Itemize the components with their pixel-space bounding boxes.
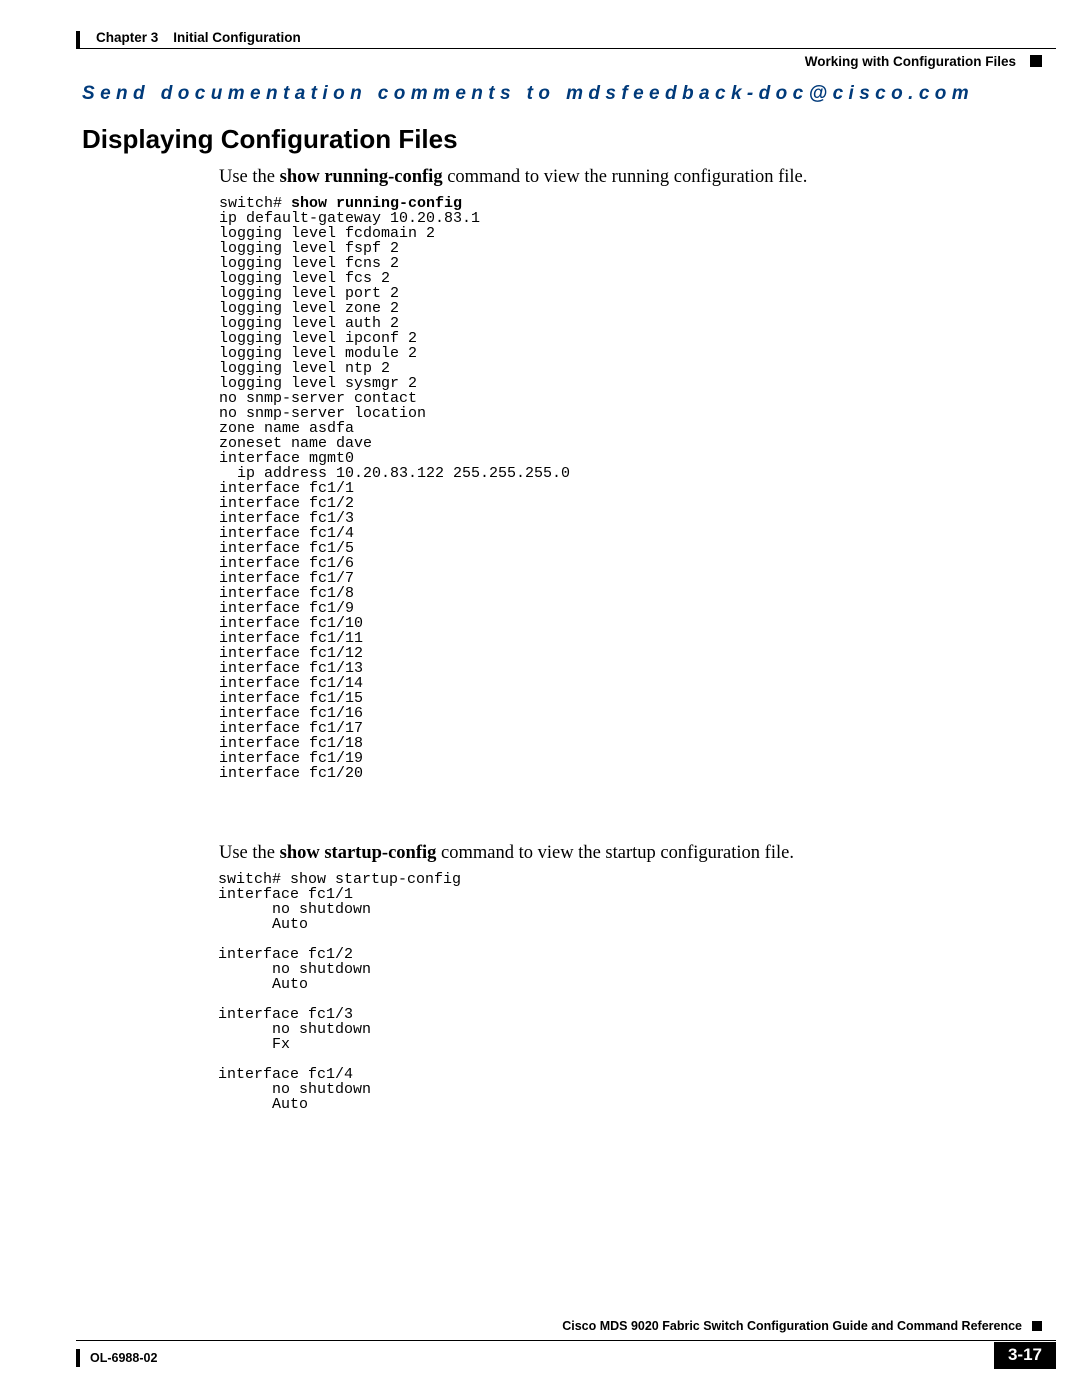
feedback-banner: Send documentation comments to mdsfeedba… — [82, 83, 1050, 105]
para2-command: show startup-config — [280, 843, 437, 863]
footer-doc-title: Cisco MDS 9020 Fabric Switch Configurati… — [562, 1319, 1022, 1333]
paragraph-2: Use the show startup-config command to v… — [219, 843, 794, 864]
chapter-title: Initial Configuration — [173, 30, 301, 45]
header-square-icon — [1030, 55, 1042, 67]
para1-command: show running-config — [280, 167, 443, 187]
code2-output: interface fc1/1 no shutdown Auto interfa… — [218, 886, 371, 1113]
paragraph-1: Use the show running-config command to v… — [219, 167, 807, 188]
header-rule — [76, 48, 1056, 49]
code-block-startup-config: switch# show startup-config interface fc… — [218, 872, 461, 1112]
footer-left-bar — [76, 1349, 80, 1367]
section-heading: Displaying Configuration Files — [82, 124, 458, 155]
header-left-bar — [76, 31, 80, 49]
running-header-right: Working with Configuration Files — [805, 54, 1042, 69]
footer-square-icon — [1032, 1321, 1042, 1331]
footer-ol-number: OL-6988-02 — [90, 1351, 157, 1365]
footer-rule — [76, 1340, 1056, 1341]
code-block-running-config: switch# show running-config ip default-g… — [219, 196, 570, 781]
para2-prefix: Use the — [219, 843, 280, 863]
footer-doc-title-row: Cisco MDS 9020 Fabric Switch Configurati… — [562, 1319, 1042, 1333]
para1-suffix: command to view the running configuratio… — [443, 167, 808, 187]
chapter-label: Chapter 3 — [96, 30, 158, 45]
section-title: Working with Configuration Files — [805, 54, 1016, 69]
page-number: 3-17 — [994, 1342, 1056, 1369]
para2-suffix: command to view the startup configuratio… — [436, 843, 794, 863]
running-header-left: Chapter 3 Initial Configuration — [96, 30, 301, 45]
document-page: Chapter 3 Initial Configuration Working … — [0, 0, 1080, 1397]
para1-prefix: Use the — [219, 167, 280, 187]
code1-output: ip default-gateway 10.20.83.1 logging le… — [219, 210, 570, 782]
